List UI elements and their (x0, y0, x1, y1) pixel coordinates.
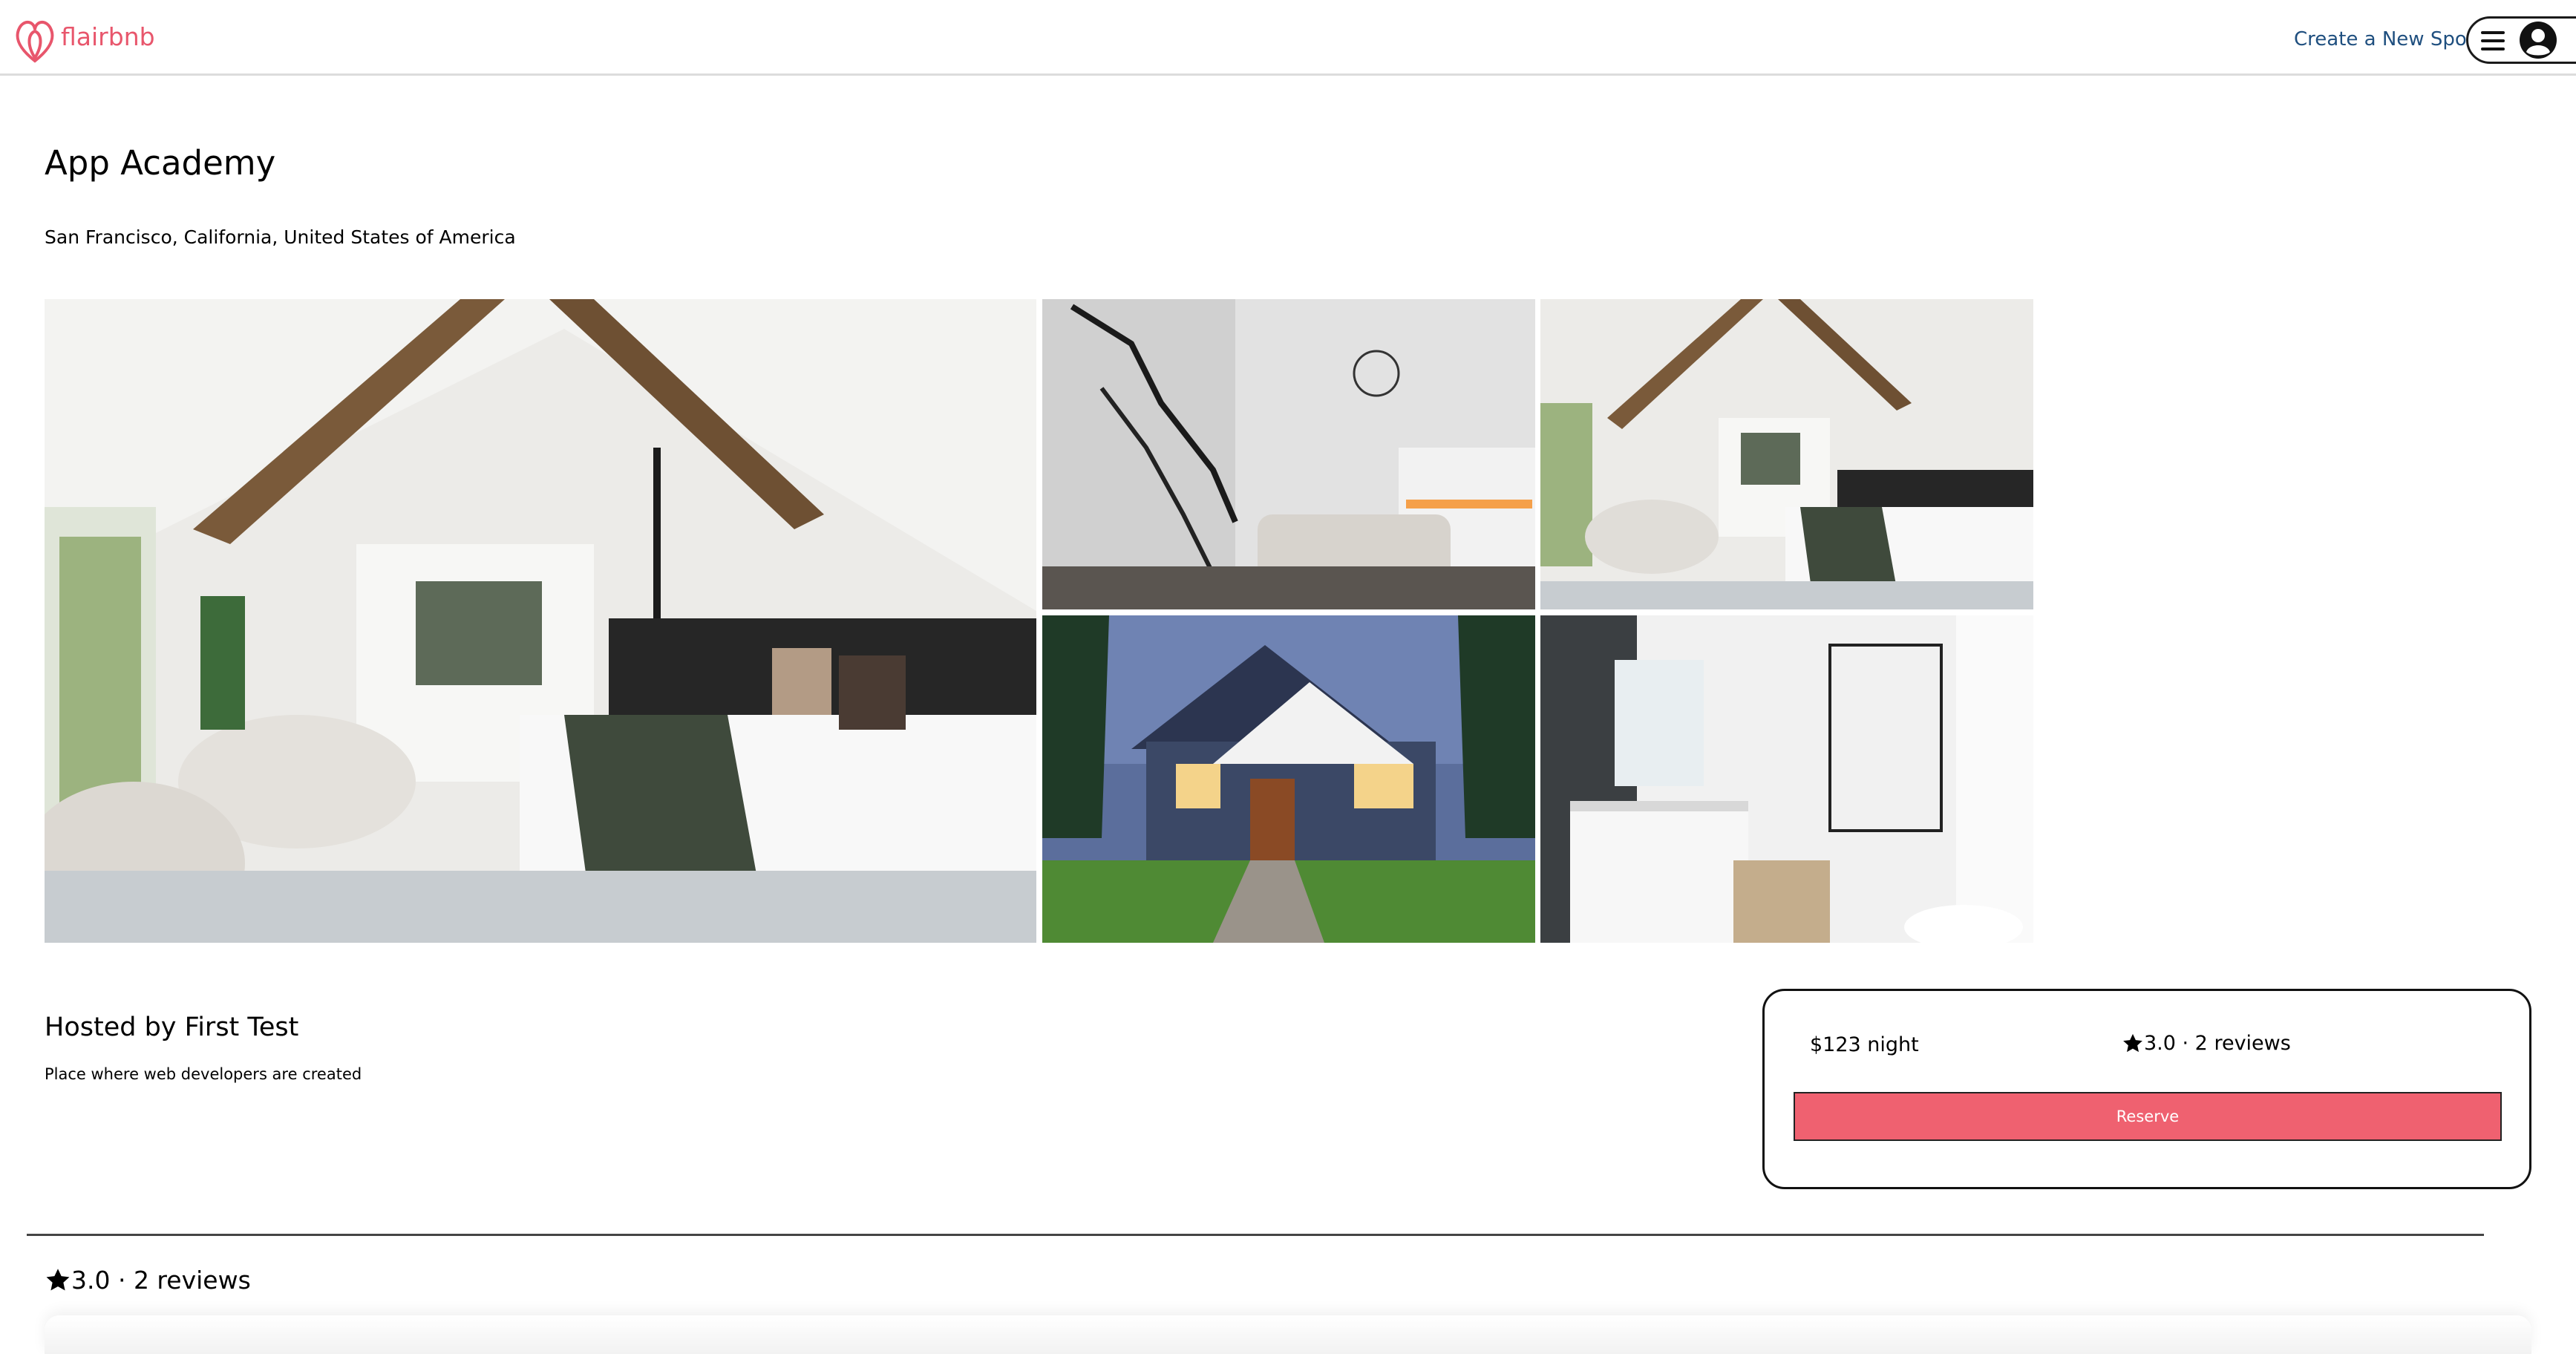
star-icon (2123, 1033, 2142, 1053)
bedroom-photo-image (45, 299, 1036, 943)
booking-rating: 3.0 · 2 reviews (2122, 1030, 2291, 1057)
hamburger-menu-icon (2481, 31, 2505, 50)
spot-description: Place where web developers are created (45, 1065, 362, 1083)
section-divider (27, 1234, 2484, 1236)
create-new-spot-link[interactable]: Create a New Spot (2294, 26, 2474, 53)
host-name: Hosted by First Test (45, 1013, 299, 1042)
review-list-container (45, 1315, 2531, 1354)
spot-location: San Francisco, California, United States… (45, 226, 516, 248)
price-per-night: $123 night (1810, 1033, 1919, 1056)
star-icon (46, 1269, 70, 1291)
top-nav-bar (0, 0, 2576, 76)
booking-card (1762, 989, 2531, 1189)
bathroom-photo-image (1540, 615, 2033, 943)
gallery-photo-5[interactable] (1540, 615, 2033, 943)
house-exterior-photo-image (1042, 615, 1535, 943)
gallery-photo-3[interactable] (1540, 299, 2033, 609)
living-room-photo-image (1042, 299, 1535, 609)
gallery-photo-4[interactable] (1042, 615, 1535, 943)
booking-rating-text: 3.0 · 2 reviews (2144, 1032, 2291, 1055)
gallery-photo-2[interactable] (1042, 299, 1535, 609)
bedroom-photo-image (1540, 299, 2033, 609)
main-photo[interactable] (45, 299, 1036, 943)
spot-title: App Academy (45, 143, 276, 183)
reviews-summary-text: 3.0 · 2 reviews (71, 1266, 251, 1295)
flairbnb-logo-icon[interactable] (12, 15, 58, 65)
logo-text[interactable]: flairbnb (61, 22, 155, 52)
reviews-summary: 3.0 · 2 reviews (45, 1264, 251, 1297)
reserve-button[interactable]: Reserve (1794, 1092, 2502, 1141)
user-avatar-icon (2520, 22, 2557, 59)
